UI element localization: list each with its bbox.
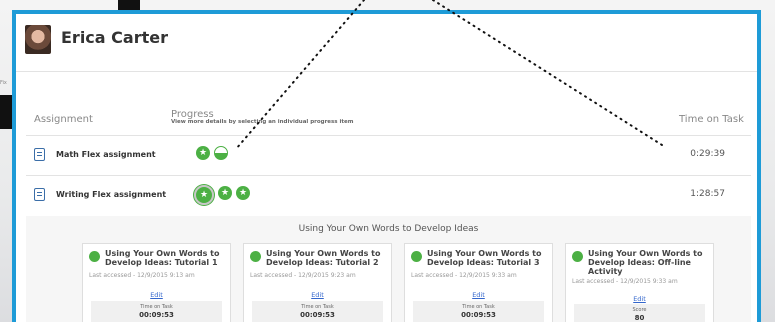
complete-status-icon bbox=[572, 251, 583, 262]
stat-box: Time on Task 00:09:53 bbox=[252, 301, 383, 322]
stat-box: Time on Task 00:09:53 bbox=[91, 301, 222, 322]
stat-value: 00:09:53 bbox=[139, 311, 174, 319]
edit-link[interactable]: Edit bbox=[405, 291, 552, 299]
stat-label: Time on Task bbox=[140, 304, 173, 310]
half-complete-icon[interactable] bbox=[214, 146, 228, 160]
card-title: Using Your Own Words to Develop Ideas: T… bbox=[266, 249, 381, 267]
stat-box: Score 80 bbox=[574, 304, 705, 322]
assignment-row[interactable]: Math Flex assignment ★ 0:29:39 bbox=[26, 135, 751, 176]
student-header: Erica Carter bbox=[16, 14, 757, 72]
edit-link[interactable]: Edit bbox=[244, 291, 391, 299]
progress-detail-panel: Using Your Own Words to Develop Ideas Us… bbox=[26, 216, 751, 322]
star-complete-icon[interactable]: ★ bbox=[236, 186, 250, 200]
stat-value: 80 bbox=[634, 314, 645, 322]
star-complete-icon[interactable]: ★ bbox=[218, 186, 232, 200]
time-on-task: 1:28:57 bbox=[690, 189, 725, 199]
stat-label: Score bbox=[632, 307, 647, 313]
last-accessed: Last accessed - 12/9/2015 9:13 am bbox=[89, 272, 195, 279]
assignment-title[interactable]: Writing Flex assignment bbox=[56, 190, 166, 199]
outer-text: Fix bbox=[0, 80, 7, 86]
star-complete-icon[interactable]: ★ bbox=[196, 146, 210, 160]
document-icon bbox=[34, 188, 45, 201]
progress-item-card[interactable]: Using Your Own Words to Develop Ideas: T… bbox=[82, 243, 231, 322]
card-title: Using Your Own Words to Develop Ideas: O… bbox=[588, 249, 703, 276]
stat-label: Time on Task bbox=[301, 304, 334, 310]
stat-box: Time on Task 00:09:53 bbox=[413, 301, 544, 322]
column-header-assignment: Assignment bbox=[34, 114, 93, 125]
last-accessed: Last accessed - 12/9/2015 9:33 am bbox=[411, 272, 517, 279]
complete-status-icon bbox=[250, 251, 261, 262]
student-progress-panel: Erica Carter Assignment Progress View mo… bbox=[12, 10, 761, 322]
student-name: Erica Carter bbox=[61, 28, 168, 47]
card-title: Using Your Own Words to Develop Ideas: T… bbox=[105, 249, 220, 267]
stat-label: Time on Task bbox=[462, 304, 495, 310]
assignment-title[interactable]: Math Flex assignment bbox=[56, 150, 156, 159]
stat-value: 00:09:53 bbox=[461, 311, 496, 319]
time-on-task: 0:29:39 bbox=[690, 149, 725, 159]
complete-status-icon bbox=[89, 251, 100, 262]
detail-title: Using Your Own Words to Develop Ideas bbox=[298, 224, 479, 234]
avatar bbox=[25, 25, 51, 54]
document-icon bbox=[34, 148, 45, 161]
edit-link[interactable]: Edit bbox=[83, 291, 230, 299]
progress-hint: View more details by selecting an indivi… bbox=[171, 119, 354, 125]
progress-item-card[interactable]: Using Your Own Words to Develop Ideas: O… bbox=[565, 243, 714, 322]
stat-value: 00:09:53 bbox=[300, 311, 335, 319]
assignment-row[interactable]: Writing Flex assignment ★ ★ ★ 1:28:57 bbox=[26, 175, 751, 217]
card-title: Using Your Own Words to Develop Ideas: T… bbox=[427, 249, 542, 267]
last-accessed: Last accessed - 12/9/2015 9:33 am bbox=[572, 278, 678, 285]
progress-item-card[interactable]: Using Your Own Words to Develop Ideas: T… bbox=[243, 243, 392, 322]
edit-link[interactable]: Edit bbox=[566, 295, 713, 303]
star-complete-icon[interactable]: ★ bbox=[194, 185, 214, 205]
column-header-time-on-task: Time on Task bbox=[679, 114, 744, 125]
progress-item-card[interactable]: Using Your Own Words to Develop Ideas: T… bbox=[404, 243, 553, 322]
last-accessed: Last accessed - 12/9/2015 9:23 am bbox=[250, 272, 356, 279]
complete-status-icon bbox=[411, 251, 422, 262]
